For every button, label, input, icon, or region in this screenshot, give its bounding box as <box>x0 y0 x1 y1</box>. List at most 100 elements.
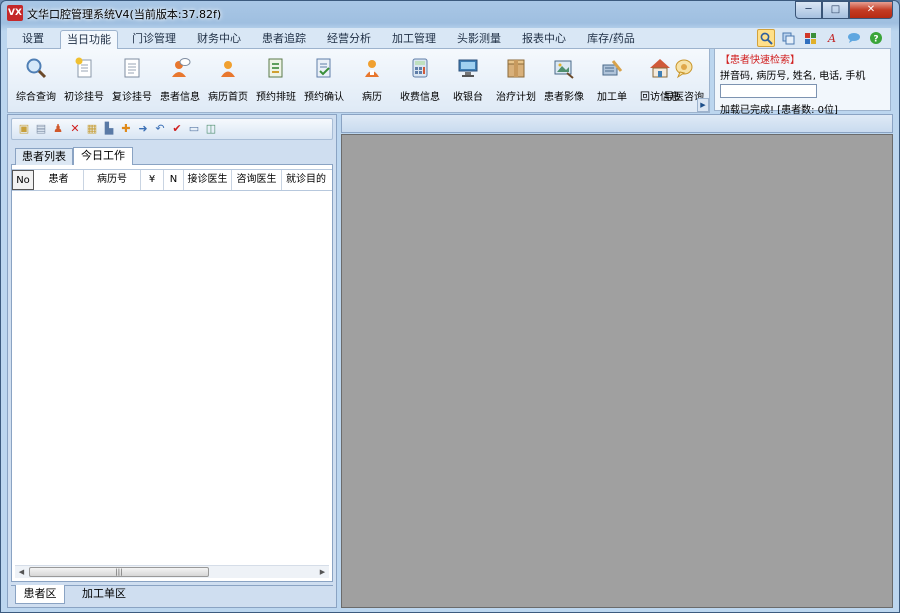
column-header-amount[interactable]: ¥ <box>141 170 164 190</box>
document-icon <box>121 57 143 79</box>
tab-report-center[interactable]: 报表中心 <box>515 30 573 49</box>
tree-icon[interactable]: ▙ <box>103 123 115 135</box>
copy-icon[interactable]: ▤ <box>35 123 47 135</box>
ribbon-label: 患者信息 <box>160 92 200 103</box>
minimize-button[interactable]: ─ <box>795 1 822 19</box>
tab-settings[interactable]: 设置 <box>11 30 55 49</box>
ribbon-label: 复诊挂号 <box>112 92 152 103</box>
main-window: VX 文华口腔管理系统V4(当前版本:37.82f) ─ □ ✕ 设置 当日功能… <box>0 0 900 613</box>
search-icon[interactable] <box>757 29 775 47</box>
search-hint-text: 拼音码, 病历号, 姓名, 电话, 手机 <box>720 71 866 82</box>
column-header-no[interactable]: No <box>12 170 34 190</box>
column-header-visit-purpose[interactable]: 就诊目的 <box>282 170 330 190</box>
appointment-confirm-button[interactable]: 预约确认 <box>300 53 348 109</box>
move-right-icon[interactable]: ➜ <box>137 123 149 135</box>
ribbon-label: 患者影像 <box>544 92 584 103</box>
cashier-icon <box>457 57 479 79</box>
tab-business-analysis[interactable]: 经营分析 <box>320 30 378 49</box>
users-icon[interactable]: ♟ <box>52 123 64 135</box>
function-ribbon: 综合查询 初诊挂号 复诊挂号 患者信息 病历首页 预约排班 预约确认 病历 收费… <box>7 49 710 113</box>
patient-list-tabs: 患者列表 今日工作 <box>11 147 333 165</box>
processing-order-button[interactable]: 加工单 <box>588 53 636 109</box>
table-header-row: No 患者 病历号 ¥ N 接诊医生 咨询医生 就诊目的 <box>12 169 332 191</box>
window-title: 文华口腔管理系统V4(当前版本:37.82f) <box>27 8 222 21</box>
calculator-icon <box>409 57 431 79</box>
confirm-icon <box>313 57 335 79</box>
grid-icon[interactable] <box>801 29 819 47</box>
scroll-thumb[interactable]: ||| <box>29 567 209 577</box>
treatment-plan-button[interactable]: 治疗计划 <box>492 53 540 109</box>
schedule-icon <box>265 57 287 79</box>
tab-today-work[interactable]: 今日工作 <box>73 147 133 165</box>
font-icon[interactable]: A <box>823 29 841 47</box>
insert-icon[interactable]: ✚ <box>120 123 132 135</box>
undo-icon[interactable]: ↶ <box>154 123 166 135</box>
appointment-schedule-button[interactable]: 预约排班 <box>252 53 300 109</box>
patient-info-button[interactable]: 患者信息 <box>156 53 204 109</box>
medical-record-home-button[interactable]: 病历首页 <box>204 53 252 109</box>
patient-search-input[interactable] <box>720 84 817 98</box>
export-icon[interactable]: ◫ <box>205 123 217 135</box>
ribbon-label: 综合查询 <box>16 92 56 103</box>
comprehensive-query-button[interactable]: 综合查询 <box>12 53 60 109</box>
horizontal-scrollbar[interactable]: ◀ ||| ▶ <box>15 565 329 578</box>
medical-record-icon <box>217 57 239 79</box>
workspace-header <box>341 114 893 133</box>
chat-icon[interactable] <box>845 29 863 47</box>
check-icon[interactable]: ✔ <box>171 123 183 135</box>
tab-patient-list[interactable]: 患者列表 <box>15 148 73 165</box>
scroll-right-arrow-icon[interactable]: ▶ <box>316 566 329 578</box>
box-icon <box>505 57 527 79</box>
maximize-button[interactable]: □ <box>822 1 849 19</box>
help-icon[interactable]: ? <box>867 29 885 47</box>
column-header-record-no[interactable]: 病历号 <box>84 170 141 190</box>
billing-info-button[interactable]: 收费信息 <box>396 53 444 109</box>
window-controls: ─ □ ✕ <box>795 1 893 19</box>
delete-icon[interactable]: ✕ <box>69 123 81 135</box>
clipboard-icon[interactable]: ▦ <box>86 123 98 135</box>
tab-patient-area[interactable]: 患者区 <box>15 585 65 604</box>
left-patient-pane: ▣ ▤ ♟ ✕ ▦ ▙ ✚ ➜ ↶ ✔ ▭ ◫ 患者列表 今日工作 No 患者 … <box>7 114 337 608</box>
magnifier-icon <box>25 57 47 79</box>
title-bar[interactable]: VX 文华口腔管理系统V4(当前版本:37.82f) ─ □ ✕ <box>1 1 899 25</box>
tab-processing-management[interactable]: 加工管理 <box>385 30 443 49</box>
search-panel-title: 【患者快速检索】 <box>720 55 800 66</box>
new-document-icon <box>73 57 95 79</box>
refresh-icon[interactable] <box>779 29 797 47</box>
today-work-table: No 患者 病历号 ¥ N 接诊医生 咨询医生 就诊目的 ◀ ||| ▶ <box>11 165 333 582</box>
doctor-icon <box>361 57 383 79</box>
tools-icon <box>601 57 623 79</box>
column-header-attending-doctor[interactable]: 接诊医生 <box>184 170 232 190</box>
ribbon-label: 收银台 <box>453 92 483 103</box>
add-icon[interactable]: ▣ <box>18 123 30 135</box>
close-button[interactable]: ✕ <box>849 1 893 19</box>
patient-quick-search-panel: 【患者快速检索】 拼音码, 病历号, 姓名, 电话, 手机 加载已完成! [患者… <box>714 49 891 116</box>
return-visit-register-button[interactable]: 复诊挂号 <box>108 53 156 109</box>
column-header-consult-doctor[interactable]: 咨询医生 <box>232 170 282 190</box>
column-header-n[interactable]: N <box>164 170 184 190</box>
svg-text:?: ? <box>873 35 878 45</box>
ribbon-label: 治疗计划 <box>496 92 536 103</box>
image-icon <box>553 57 575 79</box>
bottom-area-tabs: 患者区 加工单区 <box>11 585 333 605</box>
ribbon-label: 病历首页 <box>208 92 248 103</box>
tab-daily-functions[interactable]: 当日功能 <box>60 30 118 49</box>
cashier-button[interactable]: 收银台 <box>444 53 492 109</box>
patient-info-icon <box>169 57 191 79</box>
scroll-left-arrow-icon[interactable]: ◀ <box>15 566 28 578</box>
medical-record-button[interactable]: 病历 <box>348 53 396 109</box>
tab-clinic-management[interactable]: 门诊管理 <box>125 30 183 49</box>
window-icon[interactable]: ▭ <box>188 123 200 135</box>
patient-list-toolbar: ▣ ▤ ♟ ✕ ▦ ▙ ✚ ➜ ↶ ✔ ▭ ◫ <box>11 118 333 140</box>
tab-finance-center[interactable]: 财务中心 <box>190 30 248 49</box>
patient-images-button[interactable]: 患者影像 <box>540 53 588 109</box>
tab-processing-area[interactable]: 加工单区 <box>73 585 135 604</box>
first-visit-register-button[interactable]: 初诊挂号 <box>60 53 108 109</box>
ribbon-label: 收费信息 <box>400 92 440 103</box>
tab-inventory-drugs[interactable]: 库存/药品 <box>579 30 643 49</box>
tab-patient-tracking[interactable]: 患者追踪 <box>255 30 313 49</box>
tab-cephalometric[interactable]: 头影测量 <box>450 30 508 49</box>
ribbon-scroll-right-button[interactable]: ▶ <box>697 98 709 112</box>
ribbon-label: 预约排班 <box>256 92 296 103</box>
column-header-patient[interactable]: 患者 <box>34 170 84 190</box>
